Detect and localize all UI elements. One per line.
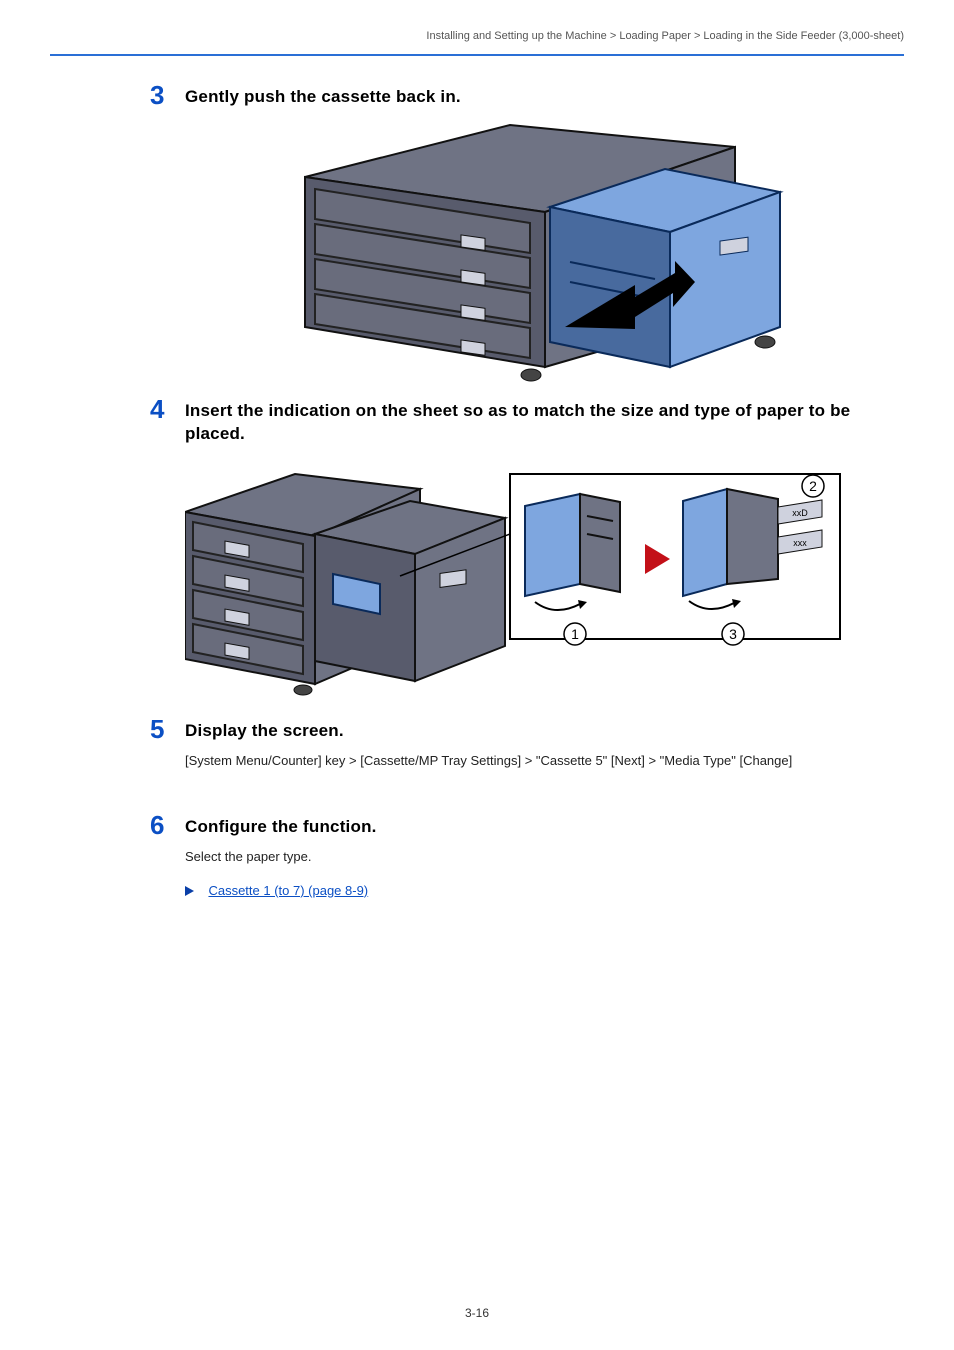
svg-text:2: 2 (809, 478, 817, 494)
step-number-5: 5 (150, 714, 164, 745)
svg-text:1: 1 (571, 626, 579, 642)
step-6-body: Select the paper type. (185, 849, 904, 864)
step-5-path: [System Menu/Counter] key > [Cassette/MP… (185, 753, 904, 768)
svg-text:xxx: xxx (793, 538, 807, 548)
page-number: 3-16 (0, 1306, 954, 1320)
link-arrow-icon (185, 886, 194, 896)
svg-text:xxD: xxD (792, 508, 808, 518)
step-number-4: 4 (150, 394, 164, 425)
svg-text:3: 3 (729, 626, 737, 642)
illustration-indication-sheet: 1 xxD xxx (185, 454, 904, 709)
cassette-link[interactable]: Cassette 1 (to 7) (page 8-9) (208, 883, 368, 898)
step-title-4: Insert the indication on the sheet so as… (185, 400, 904, 446)
step-title-3: Gently push the cassette back in. (185, 86, 904, 109)
step-title-5: Display the screen. (185, 720, 904, 743)
header-divider (50, 54, 904, 56)
header-breadcrumb: Installing and Setting up the Machine > … (426, 30, 904, 42)
step-title-6: Configure the function. (185, 816, 904, 839)
illustration-push-cassette (185, 117, 904, 402)
step-number-6: 6 (150, 810, 164, 841)
step-number-3: 3 (150, 80, 164, 111)
